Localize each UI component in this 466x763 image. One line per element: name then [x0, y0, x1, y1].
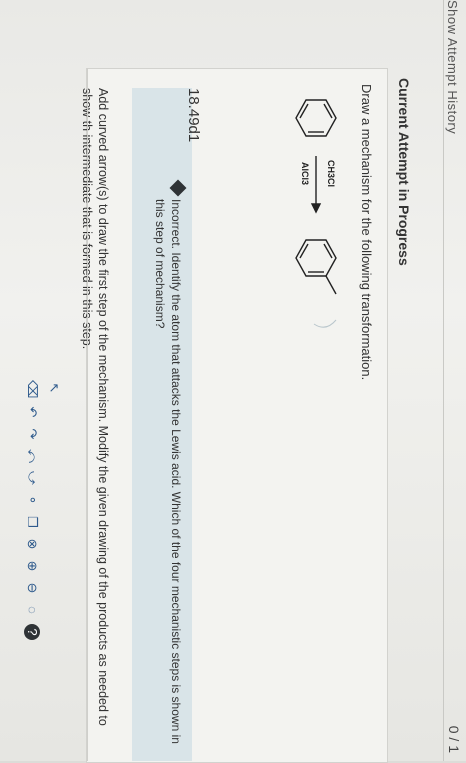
- toluene-product: [295, 239, 337, 295]
- question-prompt: Draw a mechanism for the following trans…: [359, 84, 374, 381]
- question-page: Show Attempt History 0 / 1 Current Attem…: [0, 0, 466, 763]
- redo-icon[interactable]: ↷: [24, 426, 40, 442]
- reaction-drawing: [295, 99, 337, 328]
- eraser-icon[interactable]: ⌫: [24, 380, 40, 398]
- zoom-out-icon[interactable]: ⊖: [24, 580, 40, 596]
- zoom-in-icon[interactable]: ⊕: [24, 558, 40, 574]
- copy-icon[interactable]: ❐: [24, 514, 40, 530]
- lasso-icon[interactable]: ◌: [24, 602, 40, 618]
- reaction-arrow: [310, 156, 322, 214]
- curved-arrow-icon[interactable]: ⤺: [24, 448, 40, 464]
- atom-tool-icon[interactable]: ⚬: [24, 492, 40, 508]
- drawing-toolbar: ↖ ⌫ ↶ ↷ ⤺ ⤻ ⚬ ❐ ⊗ ⊕ ⊖ ◌ ?: [6, 378, 66, 758]
- attempt-history-link[interactable]: Show Attempt History: [445, 0, 460, 134]
- single-curved-arrow-icon[interactable]: ⤻: [24, 470, 40, 486]
- undo-icon[interactable]: ↶: [24, 404, 40, 420]
- benzene-reactant: [295, 99, 337, 137]
- reagent-top: CH3Cl: [326, 160, 336, 188]
- header-divider: [443, 0, 444, 761]
- help-icon[interactable]: ?: [24, 624, 40, 640]
- card-divider: [87, 68, 88, 761]
- feedback-text: Incorrect. Identify the atom that attack…: [153, 199, 183, 744]
- score-display: 0 / 1: [446, 725, 462, 753]
- select-arrow-icon[interactable]: ↖: [46, 380, 62, 396]
- faint-curve-mark: [313, 319, 337, 328]
- reaction-scheme: CH3Cl AlCl3: [278, 88, 348, 418]
- reagent-bottom: AlCl3: [300, 162, 310, 186]
- attempt-status-title: Current Attempt in Progress: [396, 78, 412, 266]
- close-icon[interactable]: ⊗: [24, 536, 40, 552]
- question-id: 18.49d1: [185, 88, 202, 143]
- step-instructions: Add curved arrow(s) to draw the first st…: [80, 88, 110, 726]
